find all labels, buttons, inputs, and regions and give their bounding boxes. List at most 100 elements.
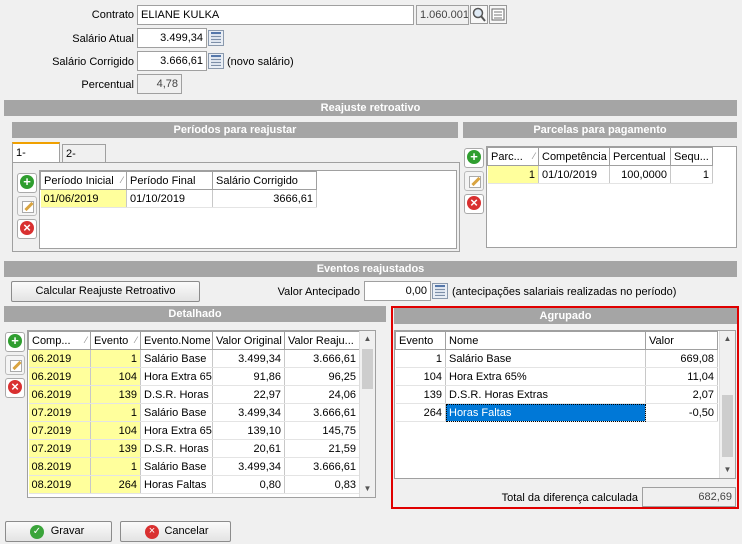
table-row[interactable]: 06.2019139D.S.R. Horas Extras22,9724,06: [28, 385, 360, 404]
list-icon[interactable]: [489, 5, 507, 24]
cell-nome[interactable]: D.S.R. Horas Extras: [445, 385, 646, 404]
table-row[interactable]: 06.2019104Hora Extra 65%91,8696,25: [28, 367, 360, 386]
cell-evento[interactable]: 139: [90, 439, 141, 458]
col-valor-reajustado[interactable]: Valor Reaju...: [284, 331, 360, 350]
search-icon[interactable]: [470, 5, 488, 24]
cell-nome[interactable]: Salário Base: [445, 349, 646, 368]
valor-antecipado-input[interactable]: 0,00: [364, 281, 431, 301]
cell-evento[interactable]: 1: [90, 457, 141, 476]
cell-valor-original[interactable]: 22,97: [212, 385, 285, 404]
delete-icon[interactable]: [17, 219, 37, 239]
salario-atual-input[interactable]: 3.499,34: [137, 28, 207, 48]
cell-evento-nome[interactable]: D.S.R. Horas Extras: [140, 439, 213, 458]
table-row[interactable]: 07.2019104Hora Extra 65%139,10145,75: [28, 421, 360, 440]
col-salario-corrigido[interactable]: Salário Corrigido: [212, 171, 317, 190]
cell-valor-reajustado[interactable]: 0,83: [284, 475, 360, 494]
table-row[interactable]: 104 Hora Extra 65% 11,04: [395, 367, 718, 386]
cell-valor-original[interactable]: 139,10: [212, 421, 285, 440]
cell-evento[interactable]: 139: [90, 385, 141, 404]
col-periodo-final[interactable]: Período Final: [126, 171, 213, 190]
contrato-input[interactable]: ELIANE KULKA: [137, 5, 414, 25]
cell-evento[interactable]: 104: [395, 367, 446, 386]
cell-competencia[interactable]: 07.2019: [28, 421, 91, 440]
cell-competencia[interactable]: 08.2019: [28, 475, 91, 494]
cell-periodo-inicial[interactable]: 01/06/2019: [40, 189, 127, 208]
table-row[interactable]: 06.2019 1 Salário Base 3.499,34 3.666,61: [28, 349, 360, 368]
cell-valor-reajustado[interactable]: 3.666,61: [284, 403, 360, 422]
cell-evento[interactable]: 1: [90, 349, 141, 368]
cell-valor-original[interactable]: 20,61: [212, 439, 285, 458]
col-valor[interactable]: Valor: [645, 331, 718, 350]
table-row[interactable]: 1 Salário Base 669,08: [395, 349, 718, 368]
col-competencia[interactable]: Competência: [538, 147, 610, 166]
col-valor-original[interactable]: Valor Original: [212, 331, 285, 350]
cell-parcela[interactable]: 1: [487, 165, 539, 184]
delete-icon[interactable]: [5, 378, 25, 398]
cell-valor-reajustado[interactable]: 24,06: [284, 385, 360, 404]
col-parcela[interactable]: Parc... ⁄: [487, 147, 539, 166]
detalhado-scrollbar[interactable]: ▲ ▼: [359, 331, 375, 497]
add-icon[interactable]: [5, 332, 25, 352]
calculator-icon[interactable]: [432, 283, 448, 299]
agrupado-scrollbar[interactable]: ▲ ▼: [719, 331, 735, 478]
tab-salario[interactable]: 1-Salário: [12, 142, 60, 177]
add-icon[interactable]: [464, 148, 484, 168]
add-icon[interactable]: [17, 173, 37, 193]
cancelar-button[interactable]: × Cancelar: [120, 521, 231, 542]
cell-evento-nome[interactable]: Salário Base: [140, 349, 213, 368]
cell-valor-reajustado[interactable]: 96,25: [284, 367, 360, 386]
col-competencia[interactable]: Comp... ⁄: [28, 331, 91, 350]
col-evento[interactable]: Evento ⁄: [90, 331, 141, 350]
cell-valor-reajustado[interactable]: 21,59: [284, 439, 360, 458]
cell-evento-nome[interactable]: D.S.R. Horas Extras: [140, 385, 213, 404]
cell-valor-reajustado[interactable]: 3.666,61: [284, 457, 360, 476]
scroll-up-icon[interactable]: ▲: [360, 331, 375, 347]
cell-evento[interactable]: 104: [90, 367, 141, 386]
calcular-reajuste-button[interactable]: Calcular Reajuste Retroativo: [11, 281, 200, 302]
scroll-down-icon[interactable]: ▼: [360, 481, 375, 497]
cell-valor-reajustado[interactable]: 3.666,61: [284, 349, 360, 368]
cell-evento-nome[interactable]: Hora Extra 65%: [140, 421, 213, 440]
table-row[interactable]: 08.2019 264 Horas Faltas 0,80 0,83: [28, 475, 360, 494]
cell-valor-original[interactable]: 0,80: [212, 475, 285, 494]
table-row[interactable]: 01/06/2019 01/10/2019 3666,61: [40, 189, 317, 208]
cell-competencia[interactable]: 06.2019: [28, 385, 91, 404]
table-row[interactable]: 1 01/10/2019 100,0000 1: [487, 165, 713, 184]
cell-evento-nome[interactable]: Horas Faltas: [140, 475, 213, 494]
cell-evento[interactable]: 104: [90, 421, 141, 440]
cell-sequencia[interactable]: 1: [670, 165, 713, 184]
cell-nome[interactable]: Hora Extra 65%: [445, 367, 646, 386]
col-periodo-inicial[interactable]: Período Inicial ⁄: [40, 171, 127, 190]
cell-valor-original[interactable]: 91,86: [212, 367, 285, 386]
cell-valor-original[interactable]: 3.499,34: [212, 403, 285, 422]
delete-icon[interactable]: [464, 194, 484, 214]
cell-competencia[interactable]: 08.2019: [28, 457, 91, 476]
scroll-down-icon[interactable]: ▼: [720, 462, 735, 478]
cell-competencia[interactable]: 06.2019: [28, 349, 91, 368]
cell-valor[interactable]: 2,07: [645, 385, 718, 404]
cell-evento[interactable]: 1: [90, 403, 141, 422]
scroll-thumb[interactable]: [722, 395, 733, 457]
table-row[interactable]: 08.2019 1 Salário Base 3.499,34 3.666,61: [28, 457, 360, 476]
cell-periodo-final[interactable]: 01/10/2019: [126, 189, 213, 208]
salario-corrigido-input[interactable]: 3.666,61: [137, 51, 207, 71]
cell-evento-nome[interactable]: Salário Base: [140, 457, 213, 476]
col-evento[interactable]: Evento: [395, 331, 446, 350]
table-row[interactable]: 07.2019 1 Salário Base 3.499,34 3.666,61: [28, 403, 360, 422]
scroll-up-icon[interactable]: ▲: [720, 331, 735, 347]
tab-bases[interactable]: 2-Bases: [62, 144, 106, 178]
cell-valor[interactable]: 11,04: [645, 367, 718, 386]
cell-percentual[interactable]: 100,0000: [609, 165, 671, 184]
cell-valor-original[interactable]: 3.499,34: [212, 457, 285, 476]
calculator-icon[interactable]: [208, 30, 224, 46]
table-row[interactable]: 139 D.S.R. Horas Extras 2,07: [395, 385, 718, 404]
cell-evento-nome[interactable]: Hora Extra 65%: [140, 367, 213, 386]
edit-icon[interactable]: [464, 171, 484, 191]
gravar-button[interactable]: ✓ Gravar: [5, 521, 112, 542]
table-row[interactable]: 264 Horas Faltas -0,50: [395, 403, 718, 422]
edit-icon[interactable]: [17, 196, 37, 216]
cell-evento[interactable]: 264: [90, 475, 141, 494]
cell-competencia[interactable]: 07.2019: [28, 439, 91, 458]
cell-evento[interactable]: 1: [395, 349, 446, 368]
table-row[interactable]: 07.2019139D.S.R. Horas Extras20,6121,59: [28, 439, 360, 458]
